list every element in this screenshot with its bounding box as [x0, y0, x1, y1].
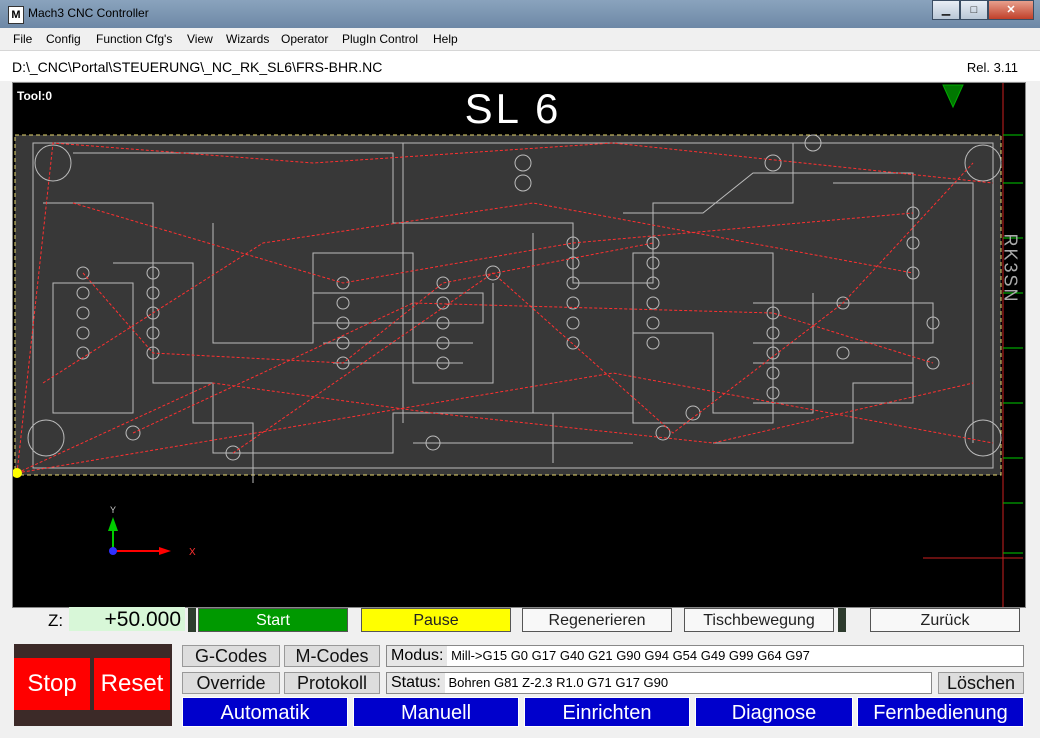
z-dro[interactable]: +50.000 [69, 607, 185, 631]
main-window: M Mach3 CNC Controller ▁ □ ✕ File Config… [0, 0, 1040, 738]
window-title: Mach3 CNC Controller [28, 6, 149, 20]
z-led [188, 608, 196, 632]
mcodes-button[interactable]: M-Codes [284, 645, 380, 667]
table-move-button[interactable]: Tischbewegung [684, 608, 834, 632]
toolpath-canvas: Y X [13, 83, 1023, 607]
nav-manuell[interactable]: Manuell [353, 697, 519, 727]
protocol-button[interactable]: Protokoll [284, 672, 380, 694]
nav-automatik[interactable]: Automatik [182, 697, 348, 727]
back-button[interactable]: Zurück [870, 608, 1020, 632]
svg-text:Y: Y [110, 505, 116, 515]
menu-bar: File Config Function Cfg's View Wizards … [0, 28, 1040, 51]
reset-button[interactable]: Reset [94, 658, 170, 710]
menu-help[interactable]: Help [433, 32, 458, 46]
gcodes-button[interactable]: G-Codes [182, 645, 280, 667]
title-bar: M Mach3 CNC Controller ▁ □ ✕ [0, 0, 1040, 28]
modus-value: Mill->G15 G0 G17 G40 G21 G90 G94 G54 G49… [451, 648, 810, 663]
nav-fernbedienung[interactable]: Fernbedienung [857, 697, 1024, 727]
emergency-panel: Stop Reset [14, 644, 172, 726]
clear-button[interactable]: Löschen [938, 672, 1024, 694]
table-move-led [838, 608, 846, 632]
modus-box: Modus: Mill->G15 G0 G17 G40 G21 G90 G94 … [386, 645, 1024, 667]
status-box: Status: Bohren G81 Z-2.3 R1.0 G71 G17 G9… [386, 672, 932, 694]
status-label: Status: [387, 673, 445, 693]
menu-wizards[interactable]: Wizards [226, 32, 269, 46]
regenerate-button[interactable]: Regenerieren [522, 608, 672, 632]
svg-text:X: X [189, 547, 196, 558]
toolpath-display[interactable]: Y X Tool:0 SL 6 RK3SN [12, 82, 1026, 608]
nav-einrichten[interactable]: Einrichten [524, 697, 690, 727]
menu-operator[interactable]: Operator [281, 32, 328, 46]
maximize-icon[interactable]: □ [960, 0, 988, 20]
control-row: Z: +50.000 Start Pause Regenerieren Tisc… [12, 607, 1026, 635]
minimize-icon[interactable]: ▁ [932, 0, 960, 20]
window-controls: ▁ □ ✕ [932, 0, 1034, 20]
board-text: RK3SN [1000, 233, 1021, 304]
menu-function-cfg[interactable]: Function Cfg's [96, 32, 172, 46]
file-path: D:\_CNC\Portal\STEUERUNG\_NC_RK_SL6\FRS-… [12, 59, 383, 75]
nav-diagnose[interactable]: Diagnose [695, 697, 853, 727]
menu-plugin-control[interactable]: PlugIn Control [342, 32, 418, 46]
menu-view[interactable]: View [187, 32, 213, 46]
pause-button[interactable]: Pause [361, 608, 511, 632]
close-icon[interactable]: ✕ [988, 0, 1034, 20]
override-button[interactable]: Override [182, 672, 280, 694]
stop-button[interactable]: Stop [14, 658, 90, 710]
file-bar: D:\_CNC\Portal\STEUERUNG\_NC_RK_SL6\FRS-… [0, 51, 1040, 81]
start-button[interactable]: Start [198, 608, 348, 632]
modus-label: Modus: [387, 646, 448, 666]
z-label: Z: [48, 611, 64, 630]
menu-config[interactable]: Config [46, 32, 81, 46]
program-title: SL 6 [464, 85, 562, 132]
release-label: Rel. 3.11 [966, 60, 1018, 75]
menu-file[interactable]: File [13, 32, 32, 46]
mach3-icon: M [8, 6, 24, 24]
status-value: Bohren G81 Z-2.3 R1.0 G71 G17 G90 [448, 675, 669, 690]
